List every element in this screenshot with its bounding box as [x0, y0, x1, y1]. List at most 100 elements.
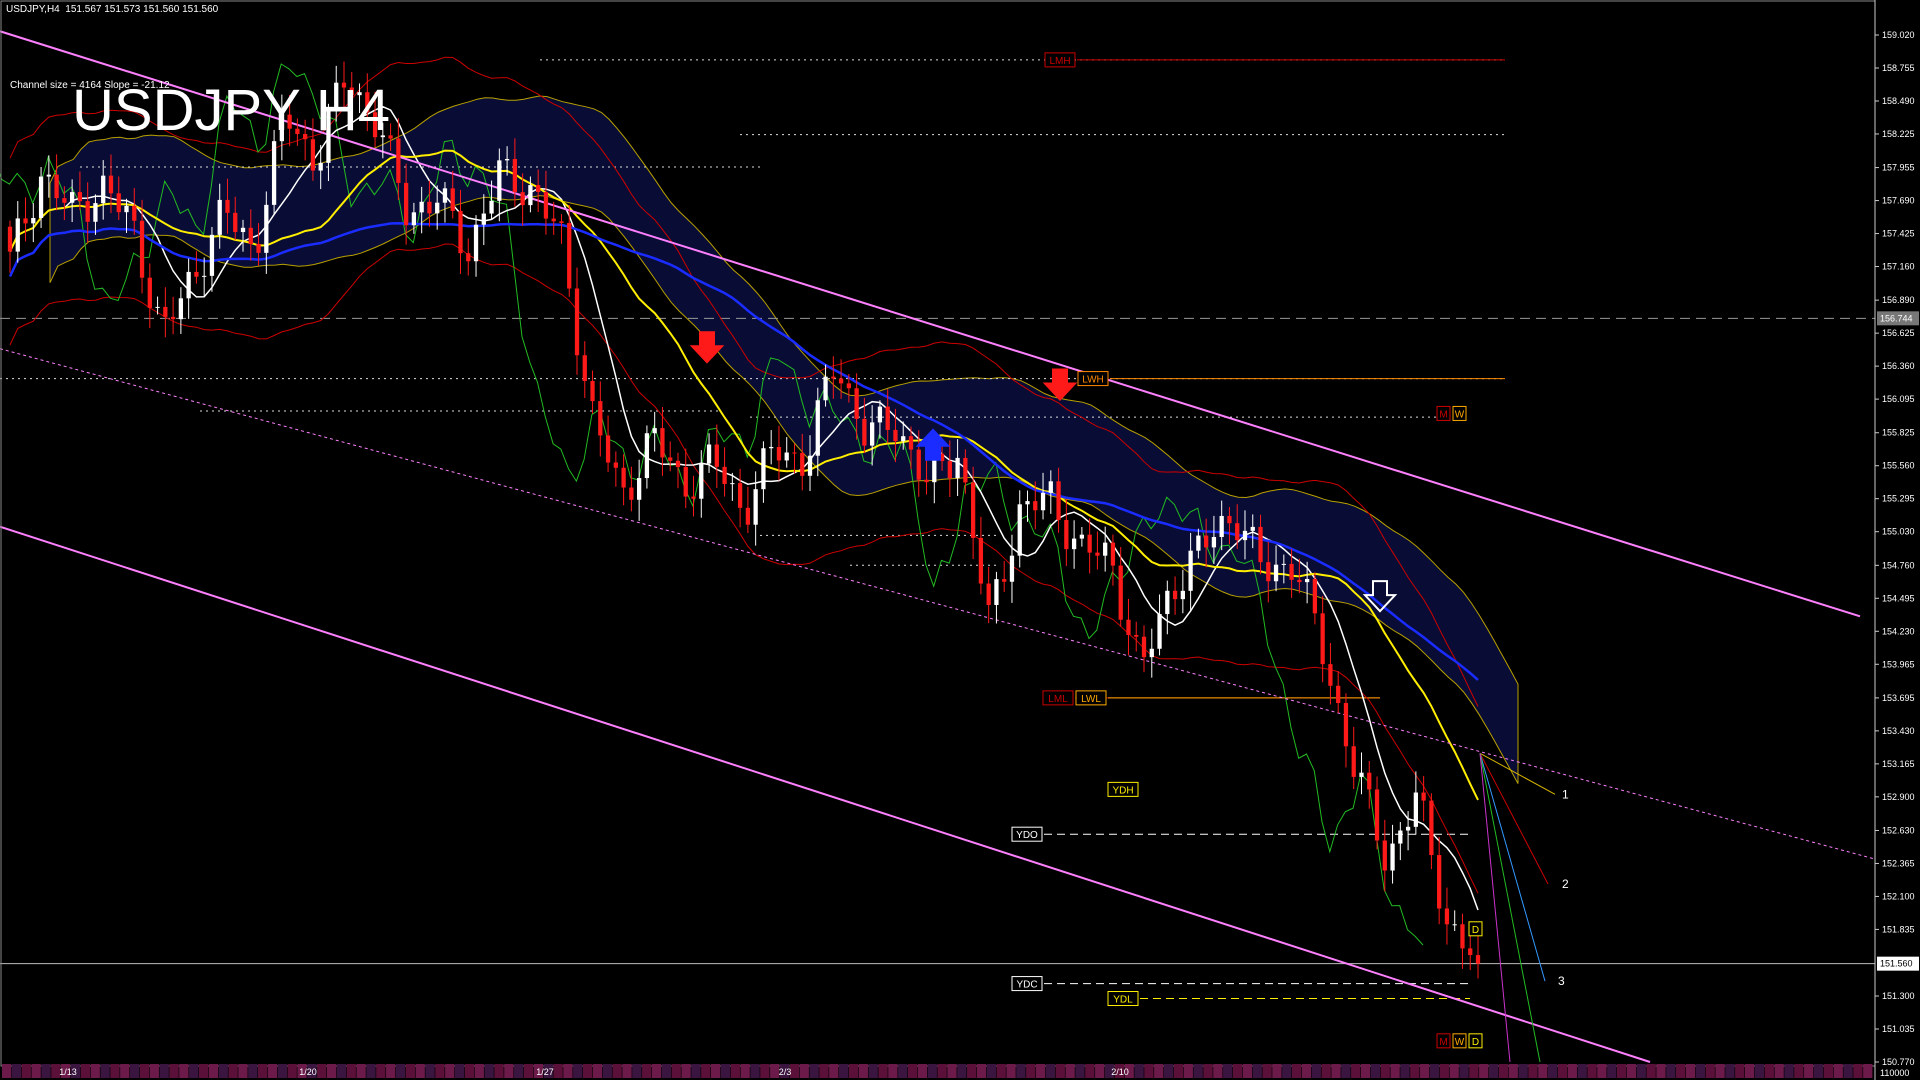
- period-mark-w: W: [1455, 1037, 1465, 1048]
- time-strip-cell: [1045, 1064, 1056, 1078]
- y-tick-label: 159.020: [1882, 30, 1915, 40]
- candle-body: [722, 466, 727, 484]
- candle-body: [466, 253, 471, 262]
- candle-body: [1219, 515, 1224, 538]
- time-strip-cell: [967, 1064, 977, 1078]
- time-strip-cell: [691, 1064, 701, 1078]
- candle-body: [70, 192, 75, 203]
- candle-body: [1165, 590, 1170, 615]
- time-strip-cell: [1351, 1064, 1361, 1078]
- candle-body: [901, 436, 906, 442]
- candle-body: [621, 467, 626, 488]
- time-strip-cell: [267, 1064, 278, 1078]
- time-strip-cell: [1055, 1064, 1065, 1078]
- candle-body: [256, 243, 261, 253]
- time-strip-cell: [553, 1064, 563, 1078]
- y-tick-label: 152.100: [1882, 891, 1915, 901]
- time-strip-cell: [563, 1064, 573, 1078]
- time-strip-cell: [1498, 1064, 1509, 1078]
- y-tick-label: 151.835: [1882, 924, 1915, 934]
- candle-body: [481, 213, 486, 225]
- time-strip-cell: [494, 1064, 504, 1078]
- candle-body: [784, 452, 789, 461]
- time-strip-cell: [1587, 1064, 1597, 1078]
- candle-body: [590, 381, 595, 402]
- candle-body: [1033, 501, 1038, 511]
- time-strip-cell: [1301, 1064, 1312, 1078]
- time-strip-cell: [405, 1064, 415, 1078]
- time-strip-cell: [1725, 1064, 1735, 1078]
- time-strip-cell: [1292, 1064, 1302, 1078]
- time-strip-cell: [927, 1064, 937, 1078]
- candle-body: [807, 455, 813, 476]
- time-strip-cell: [1488, 1064, 1499, 1078]
- candle-body: [1009, 555, 1015, 582]
- candle-body: [893, 429, 898, 442]
- time-strip-cell: [1360, 1064, 1371, 1078]
- time-strip-cell: [947, 1064, 957, 1078]
- time-strip-cell: [1754, 1064, 1765, 1078]
- time-strip-cell: [1538, 1064, 1548, 1078]
- y-tick-label: 157.160: [1882, 262, 1915, 272]
- time-strip-cell: [1646, 1064, 1656, 1078]
- time-strip-cell: [287, 1064, 297, 1078]
- candle-body: [1118, 565, 1123, 620]
- candle-body: [1289, 563, 1294, 580]
- y-tick-label: 151.300: [1882, 991, 1915, 1001]
- candle-body: [1413, 792, 1418, 827]
- candle-body: [1025, 501, 1030, 505]
- candle-body: [776, 446, 782, 461]
- time-strip-cell: [317, 1064, 327, 1078]
- candle-body: [862, 418, 867, 446]
- time-strip-cell: [120, 1064, 130, 1078]
- candle-body: [1211, 537, 1217, 548]
- time-strip-cell: [1163, 1064, 1174, 1078]
- candle-body: [520, 192, 525, 206]
- time-strip-cell: [1853, 1064, 1863, 1078]
- time-strip-cell: [1685, 1064, 1696, 1078]
- time-strip-cell: [1764, 1064, 1774, 1078]
- candle-body: [1351, 746, 1356, 777]
- candle-body: [846, 383, 851, 389]
- time-strip-cell: [1144, 1064, 1154, 1078]
- price-chart[interactable]: LMHLWHLML LWLYDHYDOYDCYDL123M WM W DD 159.02…: [0, 0, 1920, 1080]
- candle-body: [1328, 664, 1333, 686]
- candle-body: [1475, 955, 1481, 964]
- candle-body: [1405, 826, 1411, 831]
- candle-body: [947, 461, 952, 479]
- candle-body: [101, 175, 106, 204]
- time-strip-cell: [464, 1064, 475, 1078]
- candle-body: [629, 487, 634, 500]
- candle-body: [753, 489, 758, 525]
- candle-body: [240, 227, 246, 233]
- candle-body: [1110, 542, 1116, 566]
- candle-body: [419, 201, 424, 213]
- time-strip-cell: [1272, 1064, 1282, 1078]
- candle-body: [1258, 526, 1263, 563]
- candle-body: [1079, 534, 1085, 539]
- y-tick-label: 154.230: [1882, 626, 1915, 636]
- time-strip-cell: [1026, 1064, 1036, 1078]
- time-strip-cell: [21, 1064, 31, 1078]
- candle-body: [652, 428, 657, 434]
- candle-body: [1250, 526, 1255, 531]
- candle-body: [233, 212, 238, 233]
- candle-body: [15, 218, 20, 252]
- price-tag-label: 151.560: [1880, 959, 1913, 969]
- time-strip-cell: [1154, 1064, 1164, 1078]
- candle-body: [458, 210, 463, 254]
- candle-body: [1336, 685, 1341, 704]
- time-strip-cell: [435, 1064, 445, 1078]
- candle-body: [1398, 830, 1403, 844]
- candle-body: [271, 141, 277, 205]
- candle-body: [1460, 924, 1465, 949]
- candle-body: [761, 448, 766, 490]
- time-strip-cell: [898, 1064, 908, 1078]
- candle-body: [613, 462, 618, 468]
- projection-line: [1479, 753, 1511, 1063]
- time-strip-cell: [326, 1064, 337, 1078]
- candle-body: [1437, 855, 1442, 909]
- candle-body: [792, 452, 797, 454]
- time-strip-cell: [100, 1064, 110, 1078]
- time-strip-cell: [1429, 1064, 1440, 1078]
